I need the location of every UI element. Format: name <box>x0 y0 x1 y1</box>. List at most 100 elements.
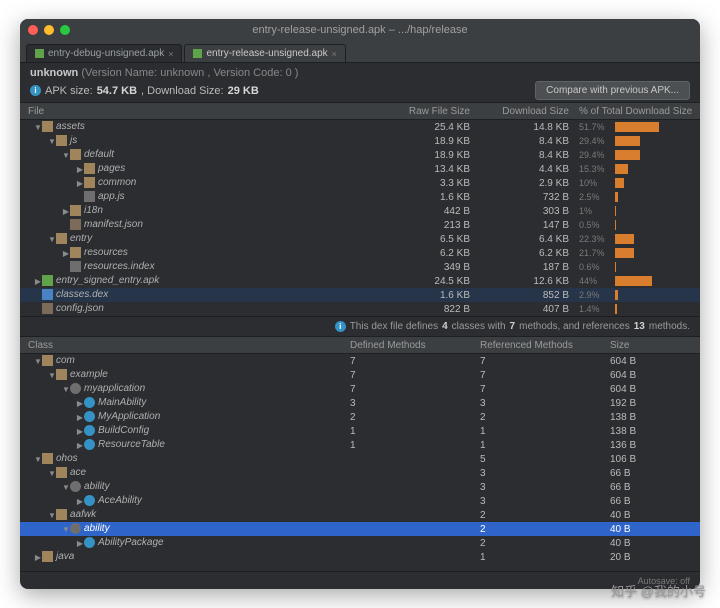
chevron-icon[interactable]: ▶ <box>76 441 84 450</box>
folder-icon <box>42 453 53 464</box>
status-bar: Autosave: off <box>20 571 700 589</box>
chevron-icon[interactable]: ▶ <box>76 427 84 436</box>
titlebar[interactable]: entry-release-unsigned.apk – .../hap/rel… <box>20 19 700 41</box>
class-row[interactable]: ▶java120 B <box>20 550 700 564</box>
folder-icon <box>56 467 67 478</box>
chevron-icon[interactable]: ▶ <box>62 207 70 216</box>
editor-tab[interactable]: entry-debug-unsigned.apk× <box>26 44 182 62</box>
file-icon <box>70 261 81 272</box>
class-row[interactable]: ▼ace366 B <box>20 466 700 480</box>
file-table-header: File Raw File Size Download Size % of To… <box>20 102 700 120</box>
file-row[interactable]: resources.index349 B187 B0.6% <box>20 260 700 274</box>
folder-icon <box>70 149 81 160</box>
chevron-icon[interactable]: ▼ <box>62 483 70 492</box>
file-row[interactable]: ▶entry_signed_entry.apk24.5 KB12.6 KB44% <box>20 274 700 288</box>
class-icon <box>84 397 95 408</box>
class-row[interactable]: ▼ability366 B <box>20 480 700 494</box>
window-title: entry-release-unsigned.apk – .../hap/rel… <box>20 24 700 36</box>
file-row[interactable]: ▼js18.9 KB8.4 KB29.4% <box>20 134 700 148</box>
class-row[interactable]: ▼example77604 B <box>20 368 700 382</box>
class-table[interactable]: ▼com77604 B▼example77604 B▼myapplication… <box>20 354 700 564</box>
file-row[interactable]: ▼entry6.5 KB6.4 KB22.3% <box>20 232 700 246</box>
chevron-icon[interactable]: ▼ <box>48 469 56 478</box>
class-icon <box>84 537 95 548</box>
class-row[interactable]: ▶ResourceTable11136 B <box>20 438 700 452</box>
chevron-icon[interactable]: ▶ <box>76 399 84 408</box>
class-icon <box>84 411 95 422</box>
chevron-icon[interactable]: ▼ <box>48 235 56 244</box>
chevron-icon[interactable]: ▼ <box>62 525 70 534</box>
folder-icon <box>42 551 53 562</box>
file-row[interactable]: ▶i18n442 B303 B1% <box>20 204 700 218</box>
class-icon <box>84 425 95 436</box>
folder-icon <box>56 135 67 146</box>
class-row[interactable]: ▶MainAbility33192 B <box>20 396 700 410</box>
file-row[interactable]: ▼assets25.4 KB14.8 KB51.7% <box>20 120 700 134</box>
chevron-icon[interactable]: ▶ <box>62 249 70 258</box>
chevron-icon[interactable]: ▶ <box>76 179 84 188</box>
class-icon <box>84 439 95 450</box>
folder-icon <box>70 205 81 216</box>
apk-icon <box>35 49 44 58</box>
chevron-icon[interactable]: ▼ <box>62 151 70 160</box>
chevron-icon[interactable]: ▼ <box>48 511 56 520</box>
json-icon <box>70 219 81 230</box>
close-tab-icon[interactable]: × <box>168 49 173 59</box>
class-row[interactable]: ▼myapplication77604 B <box>20 382 700 396</box>
chevron-icon[interactable]: ▼ <box>62 385 70 394</box>
folder-icon <box>84 163 95 174</box>
class-row[interactable]: ▶AbilityPackage240 B <box>20 536 700 550</box>
class-row[interactable]: ▼aafwk240 B <box>20 508 700 522</box>
info-icon: i <box>30 85 41 96</box>
class-row[interactable]: ▶MyApplication22138 B <box>20 410 700 424</box>
chevron-icon[interactable]: ▶ <box>76 165 84 174</box>
file-row[interactable]: config.json822 B407 B1.4% <box>20 302 700 316</box>
folder-icon <box>70 247 81 258</box>
pkg-icon <box>70 523 81 534</box>
chevron-icon[interactable]: ▶ <box>76 539 84 548</box>
file-row[interactable]: classes.dex1.6 KB852 B2.9% <box>20 288 700 302</box>
app-window: entry-release-unsigned.apk – .../hap/rel… <box>20 19 700 589</box>
watermark: 知乎 @我的小号 <box>611 581 706 600</box>
class-row[interactable]: ▶BuildConfig11138 B <box>20 424 700 438</box>
dex-info-bar: i This dex file defines 4 classes with 7… <box>20 316 700 336</box>
class-icon <box>84 495 95 506</box>
editor-tabs: entry-debug-unsigned.apk×entry-release-u… <box>20 41 700 63</box>
file-row[interactable]: app.js1.6 KB732 B2.5% <box>20 190 700 204</box>
file-row[interactable]: ▶pages13.4 KB4.4 KB15.3% <box>20 162 700 176</box>
chevron-icon[interactable]: ▶ <box>76 497 84 506</box>
apk-summary: unknown (Version Name: unknown , Version… <box>20 63 700 102</box>
class-row[interactable]: ▼com77604 B <box>20 354 700 368</box>
folder-icon <box>56 369 67 380</box>
file-table[interactable]: ▼assets25.4 KB14.8 KB51.7%▼js18.9 KB8.4 … <box>20 120 700 316</box>
chevron-icon[interactable]: ▼ <box>34 455 42 464</box>
chevron-icon[interactable]: ▼ <box>34 357 42 366</box>
dex-icon <box>42 289 53 300</box>
file-row[interactable]: ▼default18.9 KB8.4 KB29.4% <box>20 148 700 162</box>
class-table-header: Class Defined Methods Referenced Methods… <box>20 336 700 354</box>
file-row[interactable]: ▶common3.3 KB2.9 KB10% <box>20 176 700 190</box>
file-icon <box>84 191 95 202</box>
chevron-icon[interactable]: ▶ <box>76 413 84 422</box>
folder-icon <box>42 121 53 132</box>
folder-icon <box>84 177 95 188</box>
editor-tab[interactable]: entry-release-unsigned.apk× <box>184 44 345 62</box>
chevron-icon[interactable]: ▼ <box>34 123 42 132</box>
json-icon <box>42 303 53 314</box>
file-row[interactable]: ▶resources6.2 KB6.2 KB21.7% <box>20 246 700 260</box>
pkg-icon <box>70 383 81 394</box>
class-row[interactable]: ▶AceAbility366 B <box>20 494 700 508</box>
close-tab-icon[interactable]: × <box>332 49 337 59</box>
apk-icon <box>193 49 202 58</box>
compare-button[interactable]: Compare with previous APK... <box>535 81 690 100</box>
apk-icon <box>42 275 53 286</box>
chevron-icon[interactable]: ▶ <box>34 553 42 562</box>
chevron-icon[interactable]: ▼ <box>48 137 56 146</box>
chevron-icon[interactable]: ▶ <box>34 277 42 286</box>
pkg-icon <box>70 481 81 492</box>
info-icon: i <box>335 321 346 332</box>
file-row[interactable]: manifest.json213 B147 B0.5% <box>20 218 700 232</box>
class-row[interactable]: ▼ohos5106 B <box>20 452 700 466</box>
chevron-icon[interactable]: ▼ <box>48 371 56 380</box>
class-row[interactable]: ▼ability240 B <box>20 522 700 536</box>
